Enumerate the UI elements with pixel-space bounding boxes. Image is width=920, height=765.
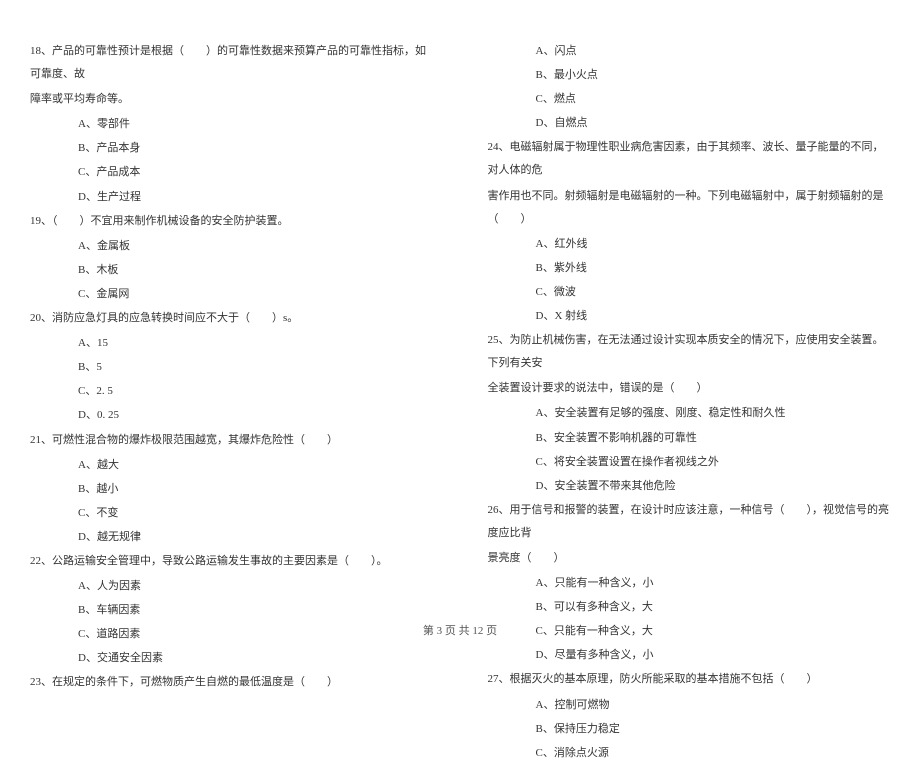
- q18-opt-c: C、产品成本: [30, 161, 433, 184]
- q19-stem: 19、（ ）不宜用来制作机械设备的安全防护装置。: [30, 210, 433, 233]
- q25-opt-d: D、安全装置不带来其他危险: [488, 475, 891, 498]
- q23-opt-c: C、燃点: [488, 88, 891, 111]
- q22-opt-b: B、车辆因素: [30, 599, 433, 622]
- q20-opt-b: B、5: [30, 356, 433, 379]
- right-column: A、闪点 B、最小火点 C、燃点 D、自燃点 24、电磁辐射属于物理性职业病危害…: [488, 40, 891, 610]
- q22-stem: 22、公路运输安全管理中，导致公路运输发生事故的主要因素是（ ）。: [30, 550, 433, 573]
- q23-opt-a: A、闪点: [488, 40, 891, 63]
- q23-opt-b: B、最小火点: [488, 64, 891, 87]
- q27-opt-b: B、保持压力稳定: [488, 718, 891, 741]
- q20-opt-a: A、15: [30, 332, 433, 355]
- q24-opt-a: A、红外线: [488, 233, 891, 256]
- q21-opt-d: D、越无规律: [30, 526, 433, 549]
- q18-stem: 18、产品的可靠性预计是根据（ ）的可靠性数据来预算产品的可靠性指标，如可靠度、…: [30, 40, 433, 86]
- q25-opt-a: A、安全装置有足够的强度、刚度、稳定性和耐久性: [488, 402, 891, 425]
- q26-opt-d: D、尽量有多种含义，小: [488, 644, 891, 667]
- q18-stem-cont: 障率或平均寿命等。: [30, 88, 433, 111]
- q23-opt-d: D、自燃点: [488, 112, 891, 135]
- q21-opt-b: B、越小: [30, 478, 433, 501]
- q26-opt-a: A、只能有一种含义，小: [488, 572, 891, 595]
- q18-opt-b: B、产品本身: [30, 137, 433, 160]
- q19-opt-b: B、木板: [30, 259, 433, 282]
- q22-opt-d: D、交通安全因素: [30, 647, 433, 670]
- q24-opt-c: C、微波: [488, 281, 891, 304]
- q27-opt-c: C、消除点火源: [488, 742, 891, 765]
- q21-stem: 21、可燃性混合物的爆炸极限范围越宽，其爆炸危险性（ ）: [30, 429, 433, 452]
- q20-opt-c: C、2. 5: [30, 380, 433, 403]
- q26-opt-b: B、可以有多种含义，大: [488, 596, 891, 619]
- page-footer: 第 3 页 共 12 页: [0, 622, 920, 638]
- q18-opt-d: D、生产过程: [30, 186, 433, 209]
- q25-opt-c: C、将安全装置设置在操作者视线之外: [488, 451, 891, 474]
- q18-opt-a: A、零部件: [30, 113, 433, 136]
- left-column: 18、产品的可靠性预计是根据（ ）的可靠性数据来预算产品的可靠性指标，如可靠度、…: [30, 40, 433, 610]
- q25-stem-cont: 全装置设计要求的说法中，错误的是（ ）: [488, 377, 891, 400]
- q25-opt-b: B、安全装置不影响机器的可靠性: [488, 427, 891, 450]
- q22-opt-a: A、人为因素: [30, 575, 433, 598]
- q21-opt-c: C、不变: [30, 502, 433, 525]
- q24-stem: 24、电磁辐射属于物理性职业病危害因素，由于其频率、波长、量子能量的不同，对人体…: [488, 136, 891, 182]
- q25-stem: 25、为防止机械伤害，在无法通过设计实现本质安全的情况下，应使用安全装置。下列有…: [488, 329, 891, 375]
- q24-stem-cont: 害作用也不同。射频辐射是电磁辐射的一种。下列电磁辐射中，属于射频辐射的是（ ）: [488, 185, 891, 231]
- q27-stem: 27、根据灭火的基本原理，防火所能采取的基本措施不包括（ ）: [488, 668, 891, 691]
- q24-opt-d: D、X 射线: [488, 305, 891, 328]
- q19-opt-c: C、金属网: [30, 283, 433, 306]
- q27-opt-a: A、控制可燃物: [488, 694, 891, 717]
- q20-opt-d: D、0. 25: [30, 404, 433, 427]
- q26-stem-cont: 景亮度（ ）: [488, 547, 891, 570]
- q20-stem: 20、消防应急灯具的应急转换时间应不大于（ ）s。: [30, 307, 433, 330]
- q19-opt-a: A、金属板: [30, 235, 433, 258]
- q26-stem: 26、用于信号和报警的装置，在设计时应该注意，一种信号（ ），视觉信号的亮度应比…: [488, 499, 891, 545]
- q21-opt-a: A、越大: [30, 454, 433, 477]
- q23-stem: 23、在规定的条件下，可燃物质产生自燃的最低温度是（ ）: [30, 671, 433, 694]
- two-column-layout: 18、产品的可靠性预计是根据（ ）的可靠性数据来预算产品的可靠性指标，如可靠度、…: [30, 40, 890, 610]
- q24-opt-b: B、紫外线: [488, 257, 891, 280]
